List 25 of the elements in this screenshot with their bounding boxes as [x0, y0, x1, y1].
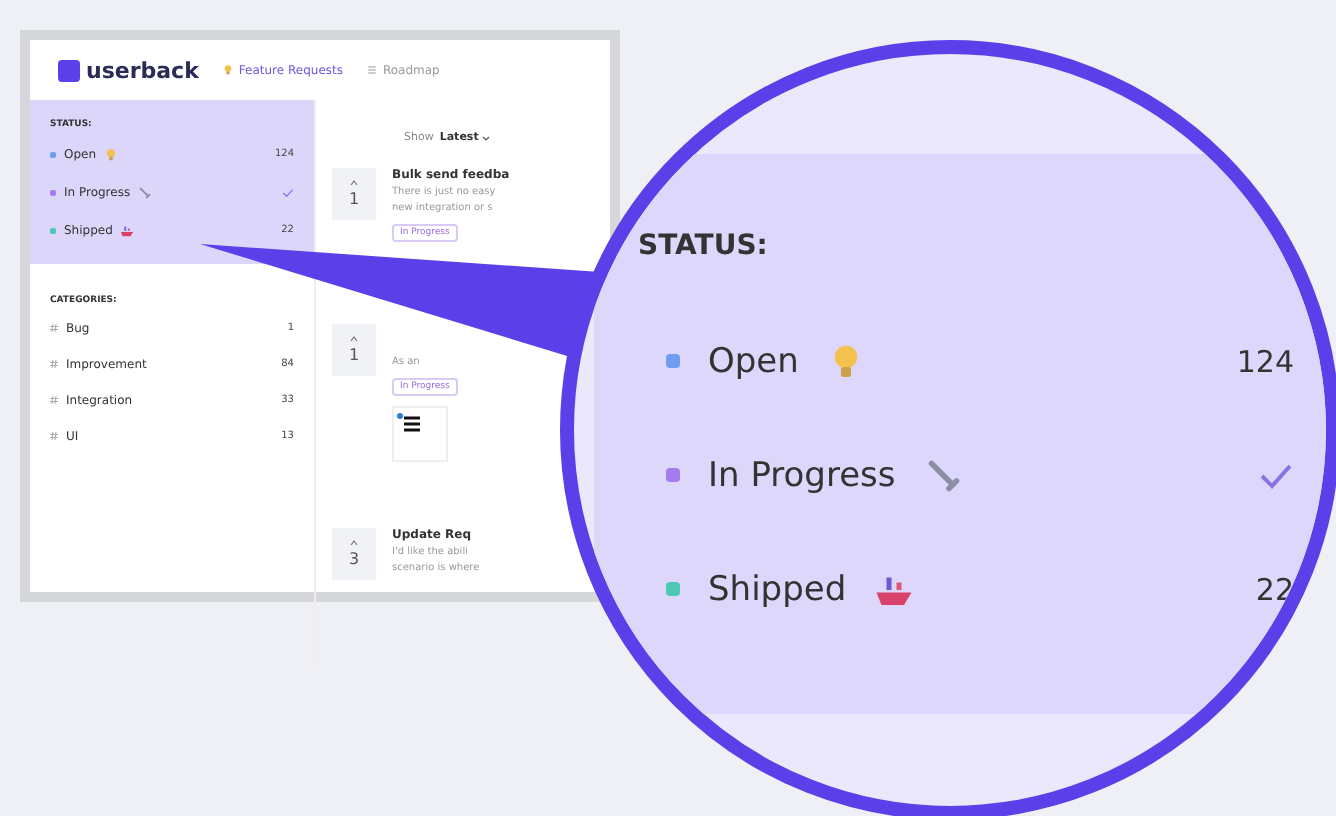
lightbulb-icon: [222, 64, 235, 76]
upvote-icon: [350, 180, 358, 186]
upvote-icon: [350, 540, 358, 546]
ship-icon: [120, 223, 135, 237]
list-icon: [366, 64, 379, 76]
vote-button[interactable]: 1: [332, 168, 376, 220]
section-title: STATUS:: [638, 230, 770, 262]
logo-icon: [58, 59, 80, 81]
caret-icon: [482, 135, 491, 141]
vote-button[interactable]: 3: [332, 528, 376, 580]
status-count: 124: [1236, 343, 1294, 379]
hash-icon: [50, 432, 58, 440]
wrench-icon: [923, 455, 964, 495]
status-label[interactable]: Open: [708, 341, 799, 381]
wrench-icon: [138, 185, 153, 199]
hash-icon: [50, 324, 58, 332]
status-label[interactable]: Shipped: [708, 569, 847, 609]
hash-icon: [50, 360, 58, 368]
logo-text: userback: [86, 57, 199, 83]
hash-icon: [50, 396, 58, 404]
upvote-icon: [350, 336, 358, 342]
vote-button[interactable]: 1: [332, 324, 376, 376]
status-count: 22: [1255, 571, 1294, 607]
lightbulb-icon: [104, 147, 119, 161]
status-label[interactable]: In Progress: [708, 455, 896, 495]
